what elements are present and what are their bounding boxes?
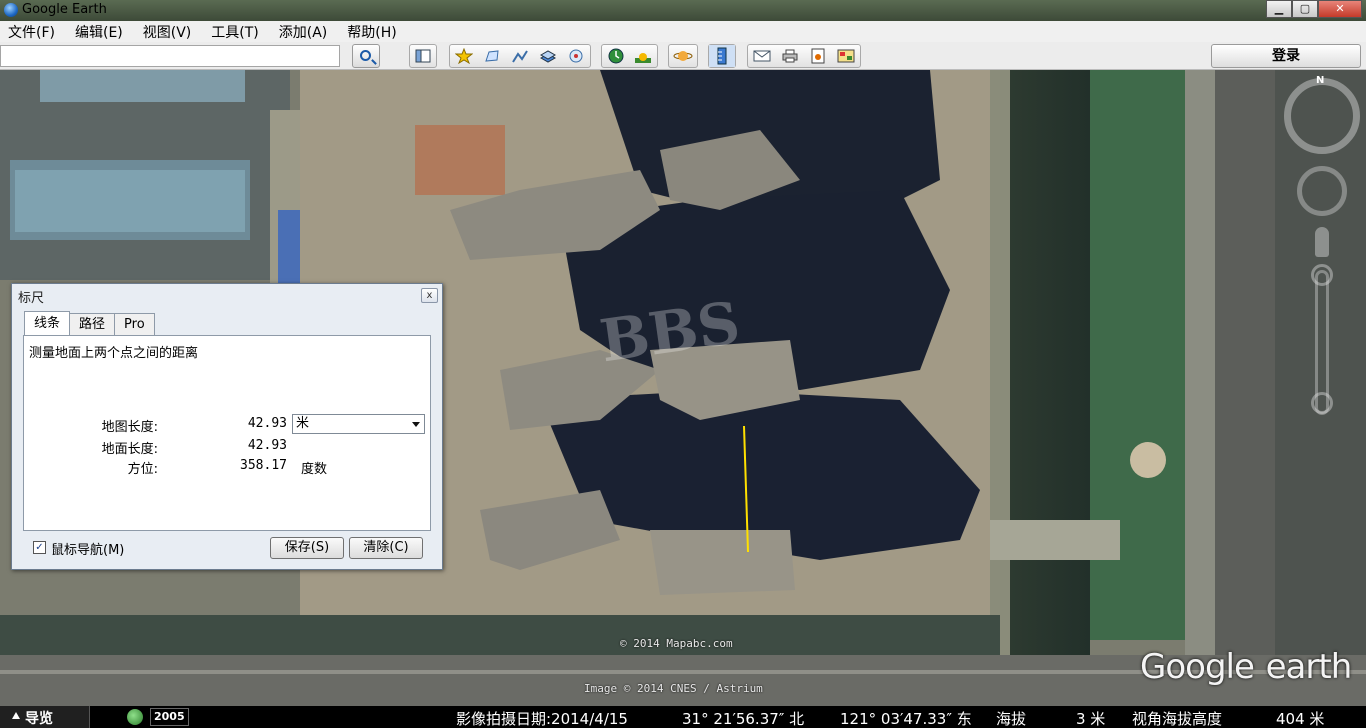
menu-help[interactable]: 帮助(H) [347, 22, 396, 42]
window-controls: ▁ ▢ ✕ [1266, 0, 1362, 18]
print-icon[interactable] [776, 45, 804, 67]
logo-google-text: Google [1140, 647, 1255, 687]
unit-select-value: 米 [296, 416, 310, 431]
imagery-year-badge[interactable]: 2005 [150, 708, 189, 726]
clear-button[interactable]: 清除(C) [349, 537, 423, 559]
unit-select[interactable]: 米 [292, 414, 425, 434]
view-tools-group [601, 44, 658, 68]
search-input[interactable] [0, 45, 340, 67]
overlay-icon[interactable] [534, 45, 562, 67]
path-icon[interactable] [506, 45, 534, 67]
menu-bar: 文件(F) 编辑(E) 视图(V) 工具(T) 添加(A) 帮助(H) [0, 21, 1366, 42]
map-copyright: © 2014 Mapabc.com [620, 637, 733, 650]
logo-earth-text: earth [1265, 647, 1353, 687]
zoom-out-icon[interactable] [1311, 392, 1333, 414]
compass-north-label: N [1316, 75, 1325, 86]
placemark-icon[interactable] [450, 45, 478, 67]
ruler-icon[interactable] [709, 45, 735, 67]
elevation-label: 海拔 [996, 710, 1027, 728]
tour-guide-tab[interactable]: 导览 [0, 706, 90, 728]
dialog-title: 标尺 [18, 291, 45, 306]
chevron-down-icon [412, 422, 420, 427]
heading-value: 358.17 [240, 458, 287, 473]
tour-icon[interactable] [562, 45, 590, 67]
close-button[interactable]: ✕ [1318, 0, 1362, 18]
login-button[interactable]: 登录 [1211, 44, 1361, 68]
tab-path[interactable]: 路径 [69, 313, 116, 335]
tab-pro[interactable]: Pro [114, 313, 155, 335]
street-view-pegman-icon[interactable] [1315, 227, 1329, 257]
save-image-icon[interactable] [804, 45, 832, 67]
mouse-nav-label: 鼠标导航(M) [51, 543, 125, 558]
search-icon [360, 50, 371, 61]
minimize-button[interactable]: ▁ [1266, 0, 1292, 18]
menu-edit[interactable]: 编辑(E) [75, 22, 123, 42]
map-length-value: 42.93 [247, 416, 287, 431]
ground-length-label: 地面长度: [101, 442, 158, 457]
heading-label: 方位: [127, 462, 158, 477]
sunlight-icon[interactable] [630, 45, 658, 67]
maximize-button[interactable]: ▢ [1292, 0, 1318, 18]
status-bar: 导览 2005 影像拍摄日期:2014/4/15 31° 21′56.37″ 北… [0, 706, 1366, 728]
google-earth-logo-icon [4, 3, 18, 17]
search-button[interactable] [352, 44, 380, 68]
mouse-nav-checkbox[interactable]: ✓ [33, 541, 46, 554]
map-length-label: 地图长度: [101, 420, 158, 435]
ruler-description: 测量地面上两个点之间的距离 [29, 346, 199, 361]
sidebar-icon[interactable] [410, 45, 436, 67]
latitude: 31° 21′56.37″ 北 [682, 710, 805, 728]
ruler-tabs: 线条 路径 Pro [24, 311, 155, 335]
eye-altitude-label: 视角海拔高度 [1132, 710, 1223, 728]
historical-imagery-icon[interactable] [602, 45, 630, 67]
polygon-icon[interactable] [478, 45, 506, 67]
ruler-dialog: 标尺 x 线条 路径 Pro 测量地面上两个点之间的距离 地图长度: 42.93… [11, 283, 443, 570]
ruler-panel: 测量地面上两个点之间的距离 地图长度: 42.93 米 地面长度: 42.93 … [23, 335, 431, 531]
chevron-up-icon [12, 712, 20, 719]
imagery-date: 影像拍摄日期:2014/4/15 [456, 710, 628, 728]
menu-add[interactable]: 添加(A) [279, 22, 328, 42]
tab-line[interactable]: 线条 [24, 311, 71, 335]
zoom-in-icon[interactable] [1311, 264, 1333, 286]
title-bar: Google Earth ▁ ▢ ✕ [0, 0, 1366, 21]
toolbar: 登录 [0, 42, 1366, 70]
heading-unit: 度数 [301, 462, 328, 477]
menu-view[interactable]: 视图(V) [143, 22, 192, 42]
imagery-copyright: Image © 2014 CNES / Astrium [584, 682, 763, 695]
elevation-value: 3 米 [1076, 710, 1106, 728]
planets-group [668, 44, 698, 68]
compass-ring[interactable] [1284, 78, 1360, 154]
ground-length-value: 42.93 [247, 438, 287, 453]
add-tools-group [449, 44, 591, 68]
longitude: 121° 03′47.33″ 东 [840, 710, 972, 728]
email-icon[interactable] [748, 45, 776, 67]
window-title: Google Earth [22, 2, 107, 17]
save-button[interactable]: 保存(S) [270, 537, 344, 559]
google-earth-watermark: Google earth [1140, 642, 1353, 688]
sidebar-toggle-group [409, 44, 437, 68]
dialog-close-button[interactable]: x [421, 288, 438, 303]
share-tools-group [747, 44, 861, 68]
menu-file[interactable]: 文件(F) [8, 22, 55, 42]
menu-tools[interactable]: 工具(T) [211, 22, 258, 42]
ruler-group [708, 44, 736, 68]
maps-icon[interactable] [832, 45, 860, 67]
planets-icon[interactable] [669, 45, 697, 67]
historical-imagery-clock-icon[interactable] [127, 709, 143, 725]
look-joystick[interactable] [1297, 166, 1347, 216]
tour-guide-label: 导览 [25, 711, 53, 727]
eye-altitude-value: 404 米 [1276, 710, 1325, 728]
